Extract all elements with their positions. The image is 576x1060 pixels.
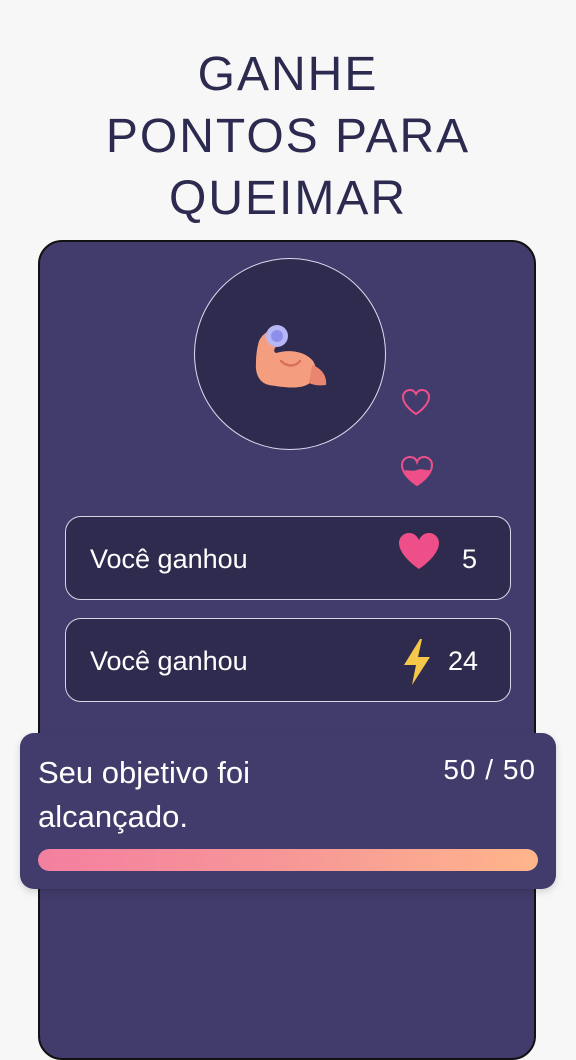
heart-icon <box>399 533 439 569</box>
goal-count: 50 / 50 <box>443 754 536 785</box>
goal-message: Seu objetivo foi alcançado. <box>38 755 250 834</box>
reward-label: Você ganhou <box>90 544 248 574</box>
heart-outline-icon <box>401 388 431 416</box>
avatar-circle <box>194 258 386 450</box>
goal-progress-fill <box>38 849 538 871</box>
app-preview-panel: Você ganhou 5 Você ganhou 24 <box>38 240 536 1060</box>
heart-half-icon <box>400 455 434 487</box>
lightning-icon <box>404 639 430 685</box>
goal-notification: Seu objetivo foi alcançado. 50 / 50 <box>20 733 556 889</box>
headline-line-3: QUEIMAR <box>168 172 407 225</box>
reward-card-hearts: Você ganhou 5 <box>65 516 511 600</box>
reward-card-energy: Você ganhou 24 <box>65 618 511 702</box>
headline-line-1: GANHE <box>197 48 379 101</box>
headline-line-2: PONTOS PARA <box>105 110 471 163</box>
goal-progress-track <box>38 849 538 871</box>
flexed-bicep-icon <box>255 325 327 388</box>
reward-label: Você ganhou <box>90 646 248 676</box>
reward-value: 24 <box>448 646 479 676</box>
reward-value: 5 <box>462 544 478 574</box>
page-headline: GANHE PONTOS PARA QUEIMAR <box>0 44 576 230</box>
